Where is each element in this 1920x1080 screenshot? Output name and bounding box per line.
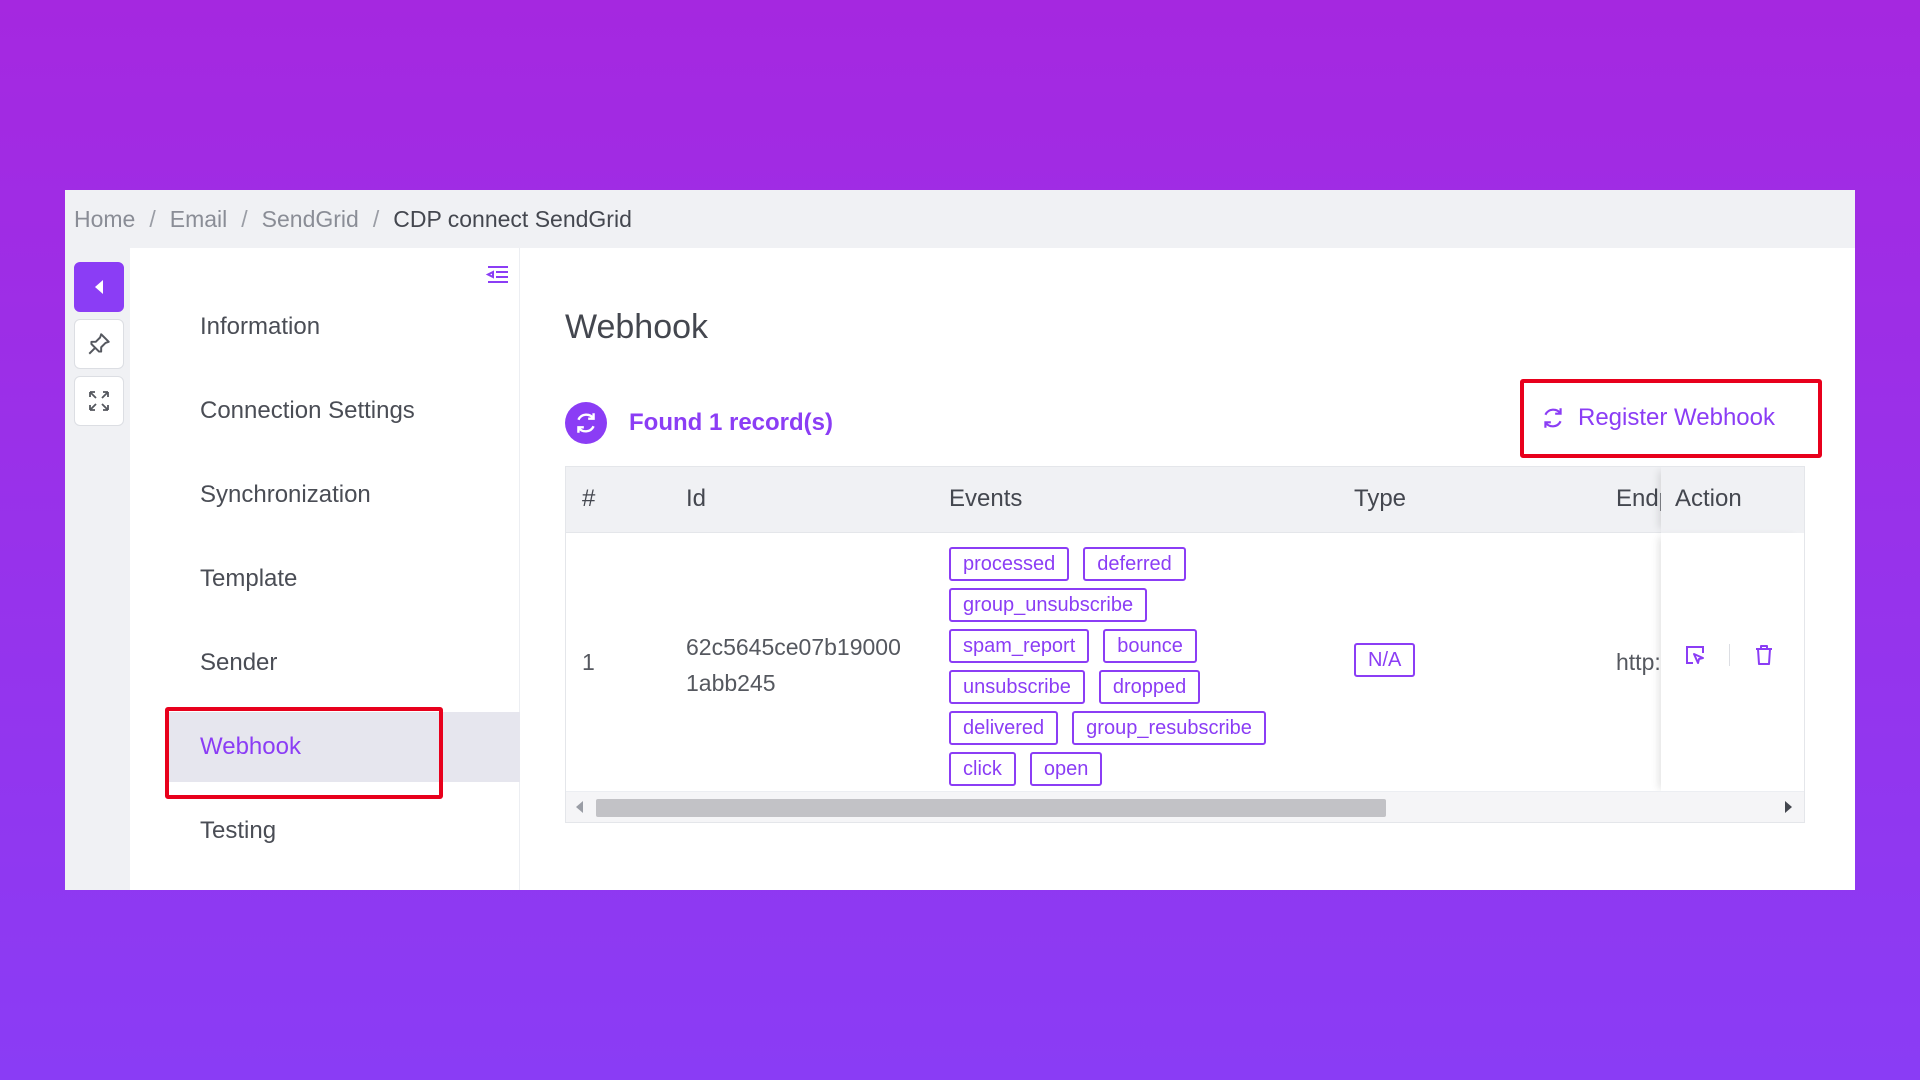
expand-icon — [89, 391, 109, 411]
pin-button[interactable] — [74, 319, 124, 369]
fullscreen-button[interactable] — [74, 376, 124, 426]
col-header-action: Action — [1675, 485, 1742, 512]
tool-column — [65, 248, 130, 890]
breadcrumb-separator: / — [372, 205, 380, 232]
menu-item-connection-settings[interactable]: Connection Settings — [130, 376, 520, 446]
row-id: 62c5645ce07b19000 1abb245 — [686, 629, 901, 701]
found-records-text: Found 1 record(s) — [629, 409, 834, 436]
breadcrumb-current: CDP connect SendGrid — [393, 205, 632, 232]
col-header-events: Events — [949, 485, 1023, 512]
action-column-header: Action — [1661, 467, 1804, 533]
row-actions — [1683, 643, 1776, 667]
col-header-num: # — [582, 485, 596, 512]
col-header-id: Id — [686, 485, 707, 512]
row-endpoint: http: — [1616, 649, 1661, 675]
type-tag: N/A — [1354, 643, 1416, 677]
breadcrumb-email[interactable]: Email — [170, 206, 228, 233]
breadcrumb-home[interactable]: Home — [74, 206, 135, 233]
event-tag: bounce — [1103, 629, 1197, 663]
refresh-icon — [577, 413, 595, 433]
caret-left-icon — [95, 280, 103, 294]
event-tags: processed deferred group_unsubscribe spa… — [949, 547, 1289, 786]
highlight-register-button — [1520, 379, 1822, 458]
breadcrumb: Home / Email / SendGrid / CDP connect Se… — [65, 190, 1855, 248]
action-divider — [1729, 644, 1730, 666]
menu-item-testing[interactable]: Testing — [130, 796, 520, 866]
table-row: 1 62c5645ce07b19000 1abb245 processed de… — [566, 533, 1804, 793]
pin-icon — [88, 333, 110, 355]
row-id-line2: 1abb245 — [686, 670, 776, 696]
records-summary: Found 1 record(s) — [565, 402, 833, 444]
row-number: 1 — [582, 649, 595, 675]
breadcrumb-sendgrid[interactable]: SendGrid — [262, 206, 359, 233]
select-icon[interactable] — [1683, 643, 1707, 667]
col-header-type: Type — [1354, 485, 1407, 512]
event-tag: unsubscribe — [949, 670, 1085, 704]
event-tag: delivered — [949, 711, 1059, 745]
webhook-table: # Id Events Type Endp 1 62c5645ce07b1900… — [565, 466, 1805, 823]
menu-item-template[interactable]: Template — [130, 544, 520, 614]
collapse-panel-button[interactable] — [74, 262, 124, 312]
scroll-left-icon[interactable] — [576, 801, 583, 813]
event-tag: deferred — [1083, 547, 1186, 581]
menu-item-synchronization[interactable]: Synchronization — [130, 460, 520, 530]
event-tag: dropped — [1098, 670, 1201, 704]
main-content: Webhook Found 1 record(s) Register Webho… — [520, 248, 1855, 890]
breadcrumb-separator: / — [241, 205, 248, 232]
horizontal-scrollbar[interactable] — [566, 791, 1804, 822]
event-tag: open — [1029, 752, 1103, 786]
event-tag: group_unsubscribe — [949, 588, 1148, 622]
page-title: Webhook — [565, 308, 709, 346]
scroll-right-icon[interactable] — [1785, 801, 1792, 813]
event-tag: group_resubscribe — [1072, 711, 1266, 745]
event-tag: processed — [949, 547, 1070, 581]
breadcrumb-separator: / — [149, 205, 156, 232]
menu-fold-icon[interactable] — [485, 262, 511, 288]
highlight-webhook-menu — [165, 707, 443, 799]
menu-item-information[interactable]: Information — [130, 292, 520, 362]
table-header: # Id Events Type Endp — [566, 467, 1804, 533]
menu-item-sender[interactable]: Sender — [130, 628, 520, 698]
delete-icon[interactable] — [1752, 643, 1776, 667]
scroll-thumb[interactable] — [596, 799, 1386, 817]
row-id-line1: 62c5645ce07b19000 — [686, 634, 901, 660]
refresh-button[interactable] — [565, 402, 607, 444]
app-window: Home / Email / SendGrid / CDP connect Se… — [65, 190, 1855, 890]
event-tag: spam_report — [949, 629, 1090, 663]
event-tag: click — [949, 752, 1016, 786]
action-column — [1661, 533, 1804, 793]
